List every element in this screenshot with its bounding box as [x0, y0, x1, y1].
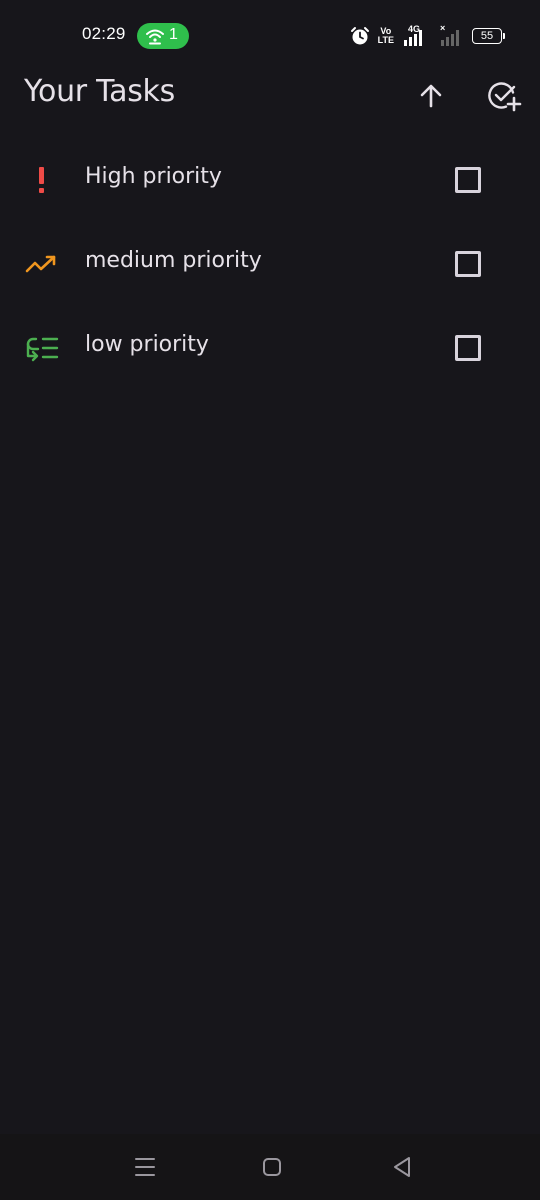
hotspot-indicator[interactable]: 1 [137, 23, 189, 49]
task-checkbox[interactable] [455, 167, 481, 193]
app-bar: Your Tasks [0, 72, 540, 120]
task-label: medium priority [85, 248, 262, 273]
navigation-bar [0, 1134, 540, 1200]
battery-level: 55 [480, 29, 494, 42]
task-row[interactable]: medium priority [0, 220, 540, 304]
home-button[interactable] [258, 1153, 286, 1181]
task-row[interactable]: low priority [0, 304, 540, 388]
back-button[interactable] [388, 1153, 416, 1181]
low-priority-icon [24, 334, 60, 362]
recent-apps-button[interactable] [131, 1153, 159, 1181]
add-task-icon [488, 82, 522, 112]
hotspot-count: 1 [169, 26, 178, 43]
task-row[interactable]: High priority [0, 136, 540, 220]
status-icons: Vo LTE 4G × 55 [350, 23, 505, 48]
sim2-signal-icon: × [440, 23, 464, 47]
page-title: Your Tasks [24, 74, 175, 109]
volte-indicator: Vo LTE [377, 26, 394, 45]
status-time: 02:29 [82, 24, 126, 43]
task-checkbox[interactable] [455, 335, 481, 361]
task-checkbox[interactable] [455, 251, 481, 277]
exclamation-icon [24, 166, 60, 194]
task-list: High priority medium priority low priori… [0, 136, 540, 388]
back-icon [394, 1157, 410, 1177]
trending-up-icon [24, 250, 60, 278]
add-task-button[interactable] [482, 74, 526, 118]
sort-button[interactable] [409, 74, 453, 118]
home-icon [263, 1158, 281, 1176]
menu-icon [135, 1158, 155, 1176]
status-bar: 02:29 1 Vo LTE 4G × 55 [0, 0, 540, 72]
signal-4g-icon: 4G [402, 24, 432, 47]
battery-icon: 55 [472, 28, 505, 44]
task-label: High priority [85, 164, 222, 189]
hotspot-icon [146, 29, 164, 45]
task-label: low priority [85, 332, 209, 357]
alarm-icon [350, 27, 369, 45]
arrow-up-icon [420, 84, 442, 108]
